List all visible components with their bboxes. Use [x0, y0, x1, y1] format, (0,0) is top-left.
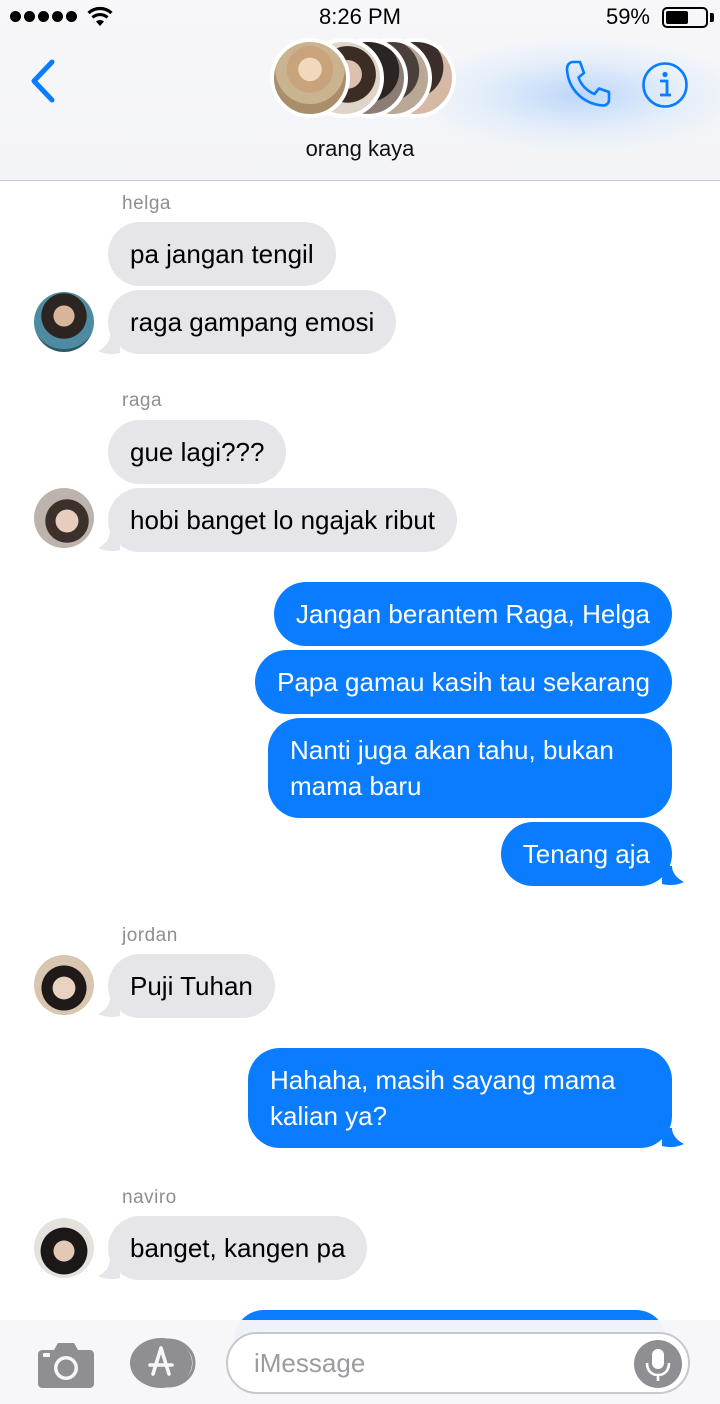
group-name[interactable]: orang kaya: [0, 136, 720, 162]
avatar[interactable]: [34, 292, 94, 352]
battery-nub: [710, 13, 714, 22]
sender-name: naviro: [122, 1187, 177, 1208]
battery-icon: [662, 7, 708, 28]
sender-name: raga: [122, 390, 163, 411]
message-input[interactable]: [226, 1332, 690, 1394]
avatar: [270, 38, 350, 118]
incoming-message[interactable]: Puji Tuhan: [108, 954, 275, 1018]
bubble-tail: [98, 335, 120, 355]
conversation-header: 8:26 PM 59% orang kaya: [0, 0, 720, 181]
sender-name: helga: [122, 193, 171, 214]
incoming-message[interactable]: hobi banget lo ngajak ribut: [108, 488, 458, 552]
avatar[interactable]: [34, 1218, 94, 1278]
compose-bar: [0, 1320, 720, 1404]
avatar[interactable]: [34, 955, 94, 1015]
info-icon: [642, 62, 688, 108]
bubble-tail: [662, 1128, 684, 1148]
battery-fill: [666, 11, 689, 24]
status-bar: 8:26 PM 59%: [0, 0, 720, 36]
bubble-tail: [98, 998, 120, 1018]
outgoing-message[interactable]: Papa gamau kasih tau sekarang: [255, 650, 672, 714]
info-button[interactable]: [640, 60, 690, 110]
call-button[interactable]: [563, 58, 611, 110]
phone-icon: [565, 60, 611, 107]
incoming-message[interactable]: gue lagi???: [108, 420, 287, 484]
battery-percent: 59%: [605, 4, 650, 29]
outgoing-message[interactable]: Nanti juga akan tahu, bukan mama baru: [268, 718, 672, 818]
microphone-button[interactable]: [634, 1340, 682, 1388]
apps-button[interactable]: [130, 1338, 196, 1388]
sender-name: jordan: [122, 925, 178, 946]
back-button[interactable]: [24, 56, 64, 106]
bubble-tail: [98, 532, 120, 552]
app-store-icon: [130, 1338, 196, 1388]
camera-button[interactable]: [38, 1340, 94, 1388]
incoming-message[interactable]: pa jangan tengil: [108, 222, 336, 286]
incoming-message[interactable]: raga gampang emosi: [108, 290, 397, 354]
outgoing-message[interactable]: Tenang aja: [500, 822, 672, 886]
outgoing-message[interactable]: Jangan berantem Raga, Helga: [273, 582, 672, 646]
camera-icon: [38, 1343, 94, 1388]
bubble-tail: [98, 1260, 120, 1280]
bubble-tail: [662, 866, 684, 886]
group-avatar-stack[interactable]: [270, 34, 460, 124]
incoming-message[interactable]: banget, kangen pa: [108, 1216, 368, 1280]
microphone-icon: [645, 1349, 671, 1381]
outgoing-message[interactable]: Hahaha, masih sayang mama kalian ya?: [248, 1048, 672, 1148]
chevron-left-icon: [31, 59, 55, 103]
avatar[interactable]: [34, 488, 94, 548]
